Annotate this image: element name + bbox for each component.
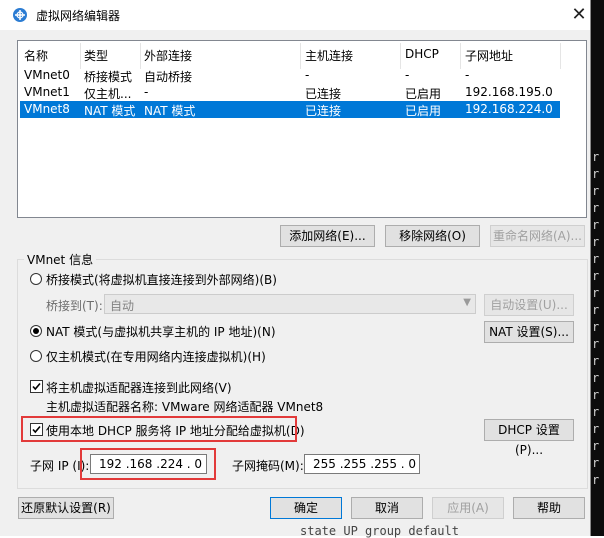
auto-settings-button[interactable]: 自动设置(U)... <box>484 294 574 316</box>
terminal-line: r <box>592 473 600 487</box>
cell-host: 已连接 <box>305 87 342 101</box>
table-row-selected[interactable]: VMnet8 NAT 模式 NAT 模式 已连接 已启用 192.168.224… <box>20 101 560 118</box>
terminal-line: r <box>592 286 600 300</box>
terminal-line: r <box>592 405 600 419</box>
terminal-line: r <box>592 201 600 215</box>
terminal-line: r <box>592 167 600 181</box>
column-header-host[interactable]: 主机连接 <box>305 47 353 64</box>
nat-mode-label[interactable]: NAT 模式(与虚拟机共享主机的 IP 地址)(N) <box>46 323 276 340</box>
virtual-network-editor-window: 虚拟网络编辑器 ✕ 名称 类型 外部连接 主机连接 DHCP 子网地址 VMne… <box>0 0 591 536</box>
terminal-line: r <box>592 354 600 368</box>
cell-type: 仅主机... <box>84 87 132 101</box>
terminal-line: r <box>592 320 600 334</box>
connect-adapter-label[interactable]: 将主机虚拟适配器连接到此网络(V) <box>46 379 232 396</box>
terminal-line: r <box>592 218 600 232</box>
cell-dhcp: 已启用 <box>405 87 442 101</box>
help-button[interactable]: 帮助 <box>513 497 585 519</box>
subnet-mask-field[interactable]: 255 .255 .255 . 0 <box>304 454 420 474</box>
subnet-mask-value: 255 .255 .255 . 0 <box>313 457 417 471</box>
dhcp-highlight-box <box>21 416 297 442</box>
cell-external: NAT 模式 <box>144 104 196 118</box>
apply-button[interactable]: 应用(A) <box>432 497 504 519</box>
column-header-subnet[interactable]: 子网地址 <box>465 47 513 64</box>
cell-subnet: 192.168.224.0 <box>465 102 553 116</box>
remove-network-button[interactable]: 移除网络(O) <box>385 225 480 247</box>
add-network-button[interactable]: 添加网络(E)... <box>280 225 375 247</box>
window-title: 虚拟网络编辑器 <box>36 9 121 23</box>
cancel-button[interactable]: 取消 <box>351 497 423 519</box>
subnet-mask-label: 子网掩码(M): <box>232 459 304 473</box>
chevron-down-icon: ▼ <box>463 297 471 308</box>
cell-name: VMnet1 <box>24 85 70 99</box>
rename-network-button[interactable]: 重命名网络(A)... <box>490 225 585 247</box>
host-only-radio[interactable] <box>30 350 42 362</box>
terminal-line: r <box>592 371 600 385</box>
background-terminal: rrrrrrrrrrrrrrrrrrrr <box>591 0 604 536</box>
column-divider <box>140 43 141 69</box>
subnet-ip-highlight-box <box>80 448 216 480</box>
nat-mode-radio[interactable] <box>30 325 42 337</box>
terminal-line: r <box>592 184 600 198</box>
cell-name: VMnet8 <box>24 102 70 116</box>
column-divider <box>400 43 401 69</box>
cell-name: VMnet0 <box>24 68 70 82</box>
column-divider <box>460 43 461 69</box>
ok-button[interactable]: 确定 <box>270 497 342 519</box>
terminal-line: r <box>592 422 600 436</box>
checkmark-icon <box>32 382 41 391</box>
column-divider <box>80 43 81 69</box>
terminal-line: r <box>592 388 600 402</box>
column-divider <box>300 43 301 69</box>
terminal-line: r <box>592 337 600 351</box>
bridged-mode-radio[interactable] <box>30 273 42 285</box>
host-only-label[interactable]: 仅主机模式(在专用网络内连接虚拟机)(H) <box>46 348 266 365</box>
cell-host: - <box>305 68 310 82</box>
restore-defaults-button[interactable]: 还原默认设置(R) <box>18 497 114 519</box>
table-row[interactable]: VMnet0 桥接模式 自动桥接 - - - <box>20 67 560 84</box>
cell-external: 自动桥接 <box>144 70 193 84</box>
cell-dhcp: 已启用 <box>405 104 442 118</box>
bridged-mode-label[interactable]: 桥接模式(将虚拟机直接连接到外部网络)(B) <box>46 271 277 288</box>
table-row[interactable]: VMnet1 仅主机... - 已连接 已启用 192.168.195.0 <box>20 84 560 101</box>
cell-dhcp: - <box>405 68 410 82</box>
terminal-line: r <box>592 252 600 266</box>
column-header-dhcp[interactable]: DHCP <box>405 47 439 61</box>
vmnet-info-title: VMnet 信息 <box>24 251 97 268</box>
network-list[interactable]: 名称 类型 外部连接 主机连接 DHCP 子网地址 VMnet0 桥接模式 自动… <box>17 40 587 218</box>
terminal-line: r <box>592 235 600 249</box>
cell-host: 已连接 <box>305 104 342 118</box>
cell-type: NAT 模式 <box>84 104 136 118</box>
cell-external: - <box>144 85 149 99</box>
close-icon[interactable]: ✕ <box>566 2 592 28</box>
dhcp-settings-button[interactable]: DHCP 设置(P)... <box>484 419 574 457</box>
column-header-external[interactable]: 外部连接 <box>144 47 192 64</box>
bridged-to-select[interactable]: 自动 ▼ <box>104 294 476 314</box>
cell-type: 桥接模式 <box>84 70 133 84</box>
terminal-line: r <box>592 303 600 317</box>
cell-subnet: - <box>465 68 470 82</box>
network-editor-icon <box>13 8 27 22</box>
terminal-line: r <box>592 456 600 470</box>
title-bar: 虚拟网络编辑器 ✕ <box>0 0 590 30</box>
connect-adapter-checkbox[interactable] <box>30 380 43 393</box>
terminal-line: r <box>592 269 600 283</box>
bridged-to-label: 桥接到(T): <box>46 299 103 313</box>
column-header-type[interactable]: 类型 <box>84 47 108 64</box>
bridged-to-value: 自动 <box>110 299 135 313</box>
terminal-line: r <box>592 150 600 164</box>
column-divider <box>560 43 561 69</box>
adapter-name-text: 主机虚拟适配器名称: VMware 网络适配器 VMnet8 <box>46 400 324 414</box>
column-header-name[interactable]: 名称 <box>24 47 48 64</box>
radio-selected-dot <box>33 328 39 334</box>
cell-subnet: 192.168.195.0 <box>465 85 553 99</box>
nat-settings-button[interactable]: NAT 设置(S)... <box>484 321 574 343</box>
terminal-line: r <box>592 439 600 453</box>
